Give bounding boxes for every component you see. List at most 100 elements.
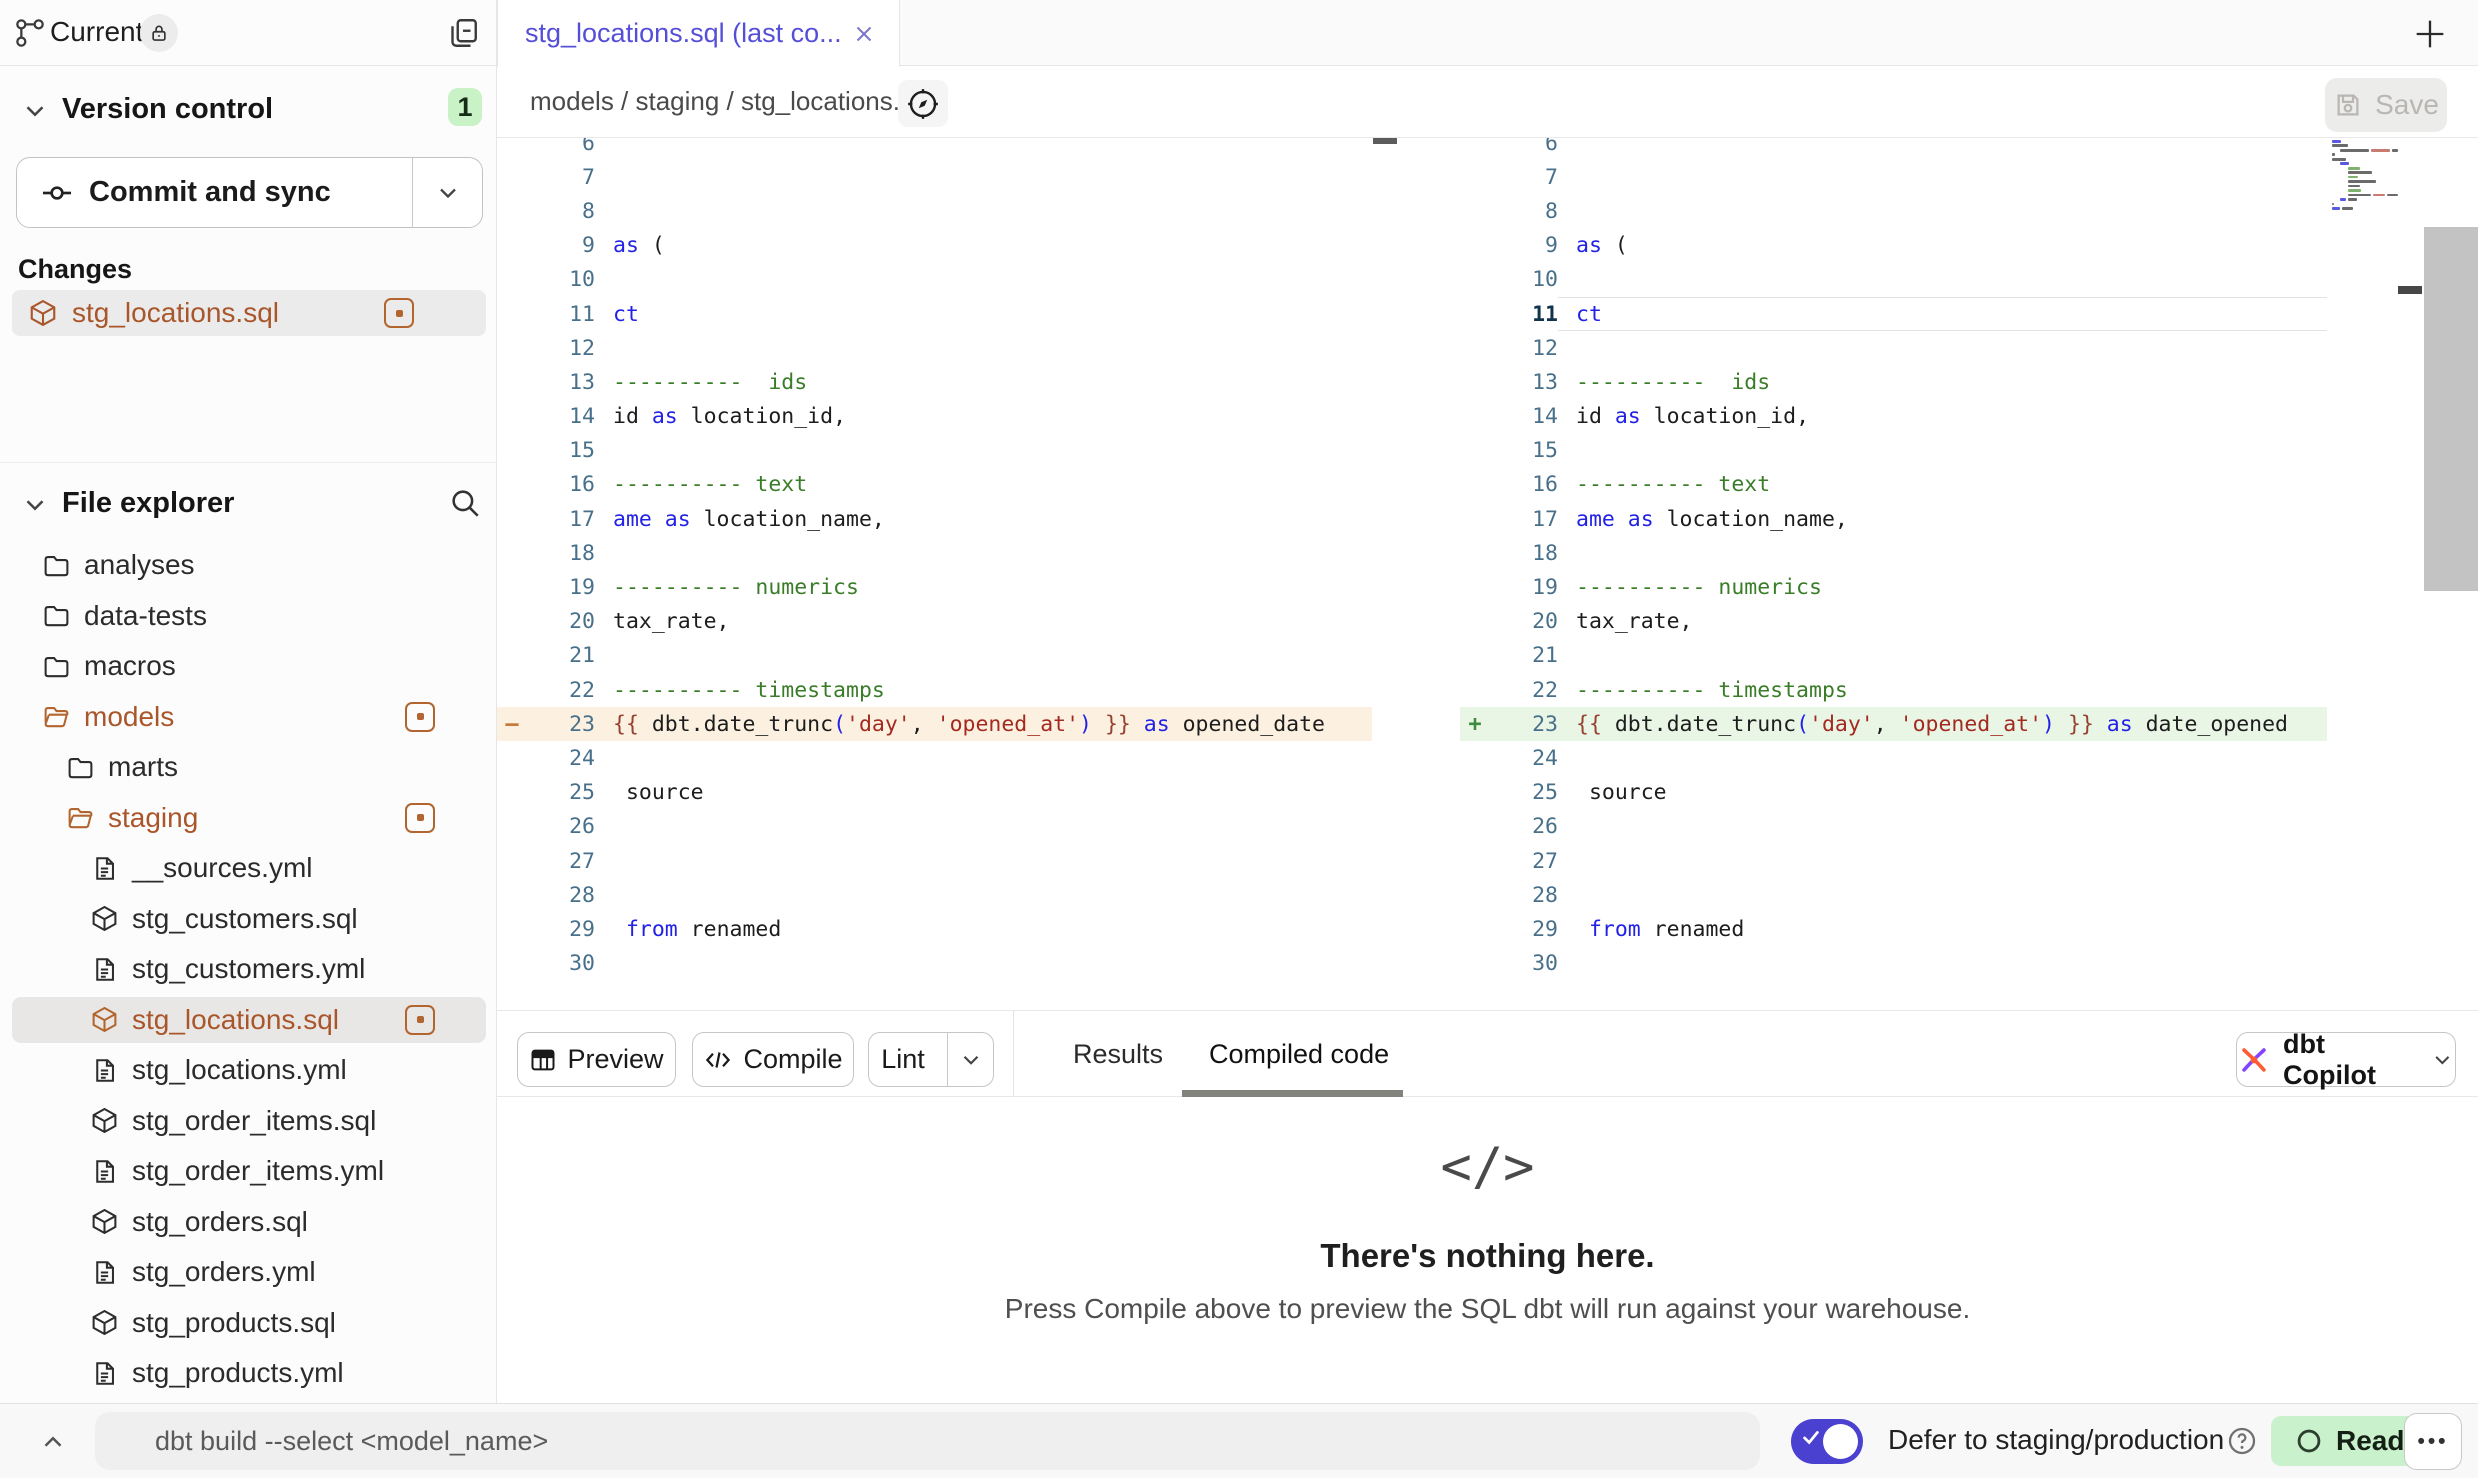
line-number: 30 bbox=[527, 951, 595, 976]
file-row-stg-order-items-yml[interactable]: stg_order_items.yml bbox=[0, 1146, 497, 1197]
lineage-icon[interactable] bbox=[898, 80, 948, 127]
file-row-marts[interactable]: marts bbox=[0, 742, 497, 793]
code-line-24: 24 bbox=[497, 741, 1372, 775]
help-icon[interactable] bbox=[2226, 1425, 2258, 1457]
status-bar: Defer to staging/production Ready ••• bbox=[0, 1403, 2478, 1478]
lint-options-caret[interactable] bbox=[947, 1033, 993, 1086]
lint-label[interactable]: Lint bbox=[869, 1033, 937, 1086]
duplicate-branch-icon[interactable] bbox=[445, 15, 481, 51]
command-input[interactable] bbox=[95, 1412, 1760, 1470]
file-row-staging[interactable]: staging bbox=[0, 793, 497, 844]
code-icon: </> bbox=[497, 1137, 2478, 1197]
file-row--sources-yml[interactable]: __sources.yml bbox=[0, 843, 497, 894]
code-text: ct bbox=[595, 302, 639, 327]
line-number: 9 bbox=[1490, 233, 1558, 258]
preview-button[interactable]: Preview bbox=[517, 1032, 676, 1087]
dbt-copilot-button[interactable]: dbt Copilot bbox=[2236, 1032, 2456, 1087]
file-search-icon[interactable] bbox=[448, 486, 482, 520]
file-label: stg_products.yml bbox=[132, 1357, 344, 1389]
tab-results[interactable]: Results bbox=[1073, 1011, 1163, 1097]
line-number: 19 bbox=[527, 575, 595, 600]
diff-marker: + bbox=[1460, 712, 1490, 737]
model-icon bbox=[28, 298, 58, 328]
diff-pane-modified[interactable]: 6789as (1011ct1213---------- ids14id as … bbox=[1460, 138, 2327, 1010]
model-icon bbox=[90, 1207, 119, 1236]
line-number: 27 bbox=[527, 849, 595, 874]
code-text: ---------- numerics bbox=[1558, 575, 1822, 600]
table-icon bbox=[529, 1046, 557, 1074]
minimap[interactable] bbox=[2330, 140, 2398, 218]
empty-state-subtitle: Press Compile above to preview the SQL d… bbox=[497, 1293, 2478, 1325]
file-row-stg-customers-yml[interactable]: stg_customers.yml bbox=[0, 944, 497, 995]
line-number: 15 bbox=[527, 438, 595, 463]
version-control-title[interactable]: Version control bbox=[62, 93, 273, 126]
tab-stg-locations[interactable]: stg_locations.sql (last co... bbox=[497, 0, 900, 67]
commit-options-caret[interactable] bbox=[412, 158, 482, 227]
code-line-19: 19---------- numerics bbox=[497, 570, 1372, 604]
line-number: 22 bbox=[527, 678, 595, 703]
file-row-stg-locations-yml[interactable]: stg_locations.yml bbox=[0, 1045, 497, 1096]
check-icon bbox=[1800, 1426, 1822, 1448]
code-text: ---------- numerics bbox=[595, 575, 859, 600]
file-row-analyses[interactable]: analyses bbox=[0, 540, 497, 591]
empty-state-title: There's nothing here. bbox=[497, 1237, 2478, 1275]
file-row-stg-products-yml[interactable]: stg_products.yml bbox=[0, 1348, 497, 1399]
file-row-stg-products-sql[interactable]: stg_products.sql bbox=[0, 1298, 497, 1349]
line-number: 12 bbox=[1490, 336, 1558, 361]
file-row-stg-orders-yml[interactable]: stg_orders.yml bbox=[0, 1247, 497, 1298]
lint-button[interactable]: Lint bbox=[868, 1032, 994, 1087]
file-explorer-title[interactable]: File explorer bbox=[62, 487, 234, 520]
commit-and-sync-button[interactable]: Commit and sync bbox=[16, 157, 483, 228]
folder-icon bbox=[42, 551, 71, 580]
file-label: marts bbox=[108, 751, 178, 783]
file-row-stg-customers-sql[interactable]: stg_customers.sql bbox=[0, 894, 497, 945]
close-tab-icon[interactable] bbox=[851, 21, 877, 47]
code-line-14: 14id as location_id, bbox=[1460, 400, 2327, 434]
left-scrollbar-thumb[interactable] bbox=[1373, 138, 1397, 144]
line-number: 8 bbox=[527, 199, 595, 224]
minimap-line bbox=[2330, 194, 2398, 197]
more-options-button[interactable]: ••• bbox=[2404, 1413, 2462, 1470]
code-text: ---------- text bbox=[1558, 472, 1770, 497]
minimap-line bbox=[2330, 185, 2398, 188]
file-row-macros[interactable]: macros bbox=[0, 641, 497, 692]
file-label: models bbox=[84, 701, 174, 733]
save-button[interactable]: Save bbox=[2325, 78, 2447, 132]
folder-icon bbox=[42, 601, 71, 630]
line-number: 16 bbox=[1490, 472, 1558, 497]
file-row-models[interactable]: models bbox=[0, 692, 497, 743]
expand-command-bar-icon[interactable] bbox=[30, 1426, 76, 1458]
file-row-data-tests[interactable]: data-tests bbox=[0, 591, 497, 642]
code-text: tax_rate, bbox=[1558, 609, 1693, 634]
diff-pane-original[interactable]: 6789as (1011ct1213---------- ids14id as … bbox=[497, 138, 1372, 1010]
line-number: 18 bbox=[527, 541, 595, 566]
compile-button[interactable]: Compile bbox=[692, 1032, 854, 1087]
line-number: 25 bbox=[1490, 780, 1558, 805]
changed-file-row[interactable]: stg_locations.sql bbox=[12, 290, 486, 336]
code-line-28: 28 bbox=[1460, 878, 2327, 912]
file-explorer-collapse-icon[interactable] bbox=[20, 490, 50, 520]
version-control-collapse-icon[interactable] bbox=[20, 96, 50, 126]
code-text: tax_rate, bbox=[595, 609, 730, 634]
line-number: 10 bbox=[1490, 267, 1558, 292]
file-row-stg-orders-sql[interactable]: stg_orders.sql bbox=[0, 1197, 497, 1248]
file-row-stg-locations-sql[interactable]: stg_locations.sql bbox=[0, 995, 497, 1046]
commit-button-label: Commit and sync bbox=[89, 176, 331, 209]
defer-toggle[interactable] bbox=[1791, 1419, 1863, 1464]
line-number: 7 bbox=[1490, 165, 1558, 190]
line-number: 17 bbox=[527, 507, 595, 532]
file-label: stg_locations.sql bbox=[132, 1004, 339, 1036]
new-tab-icon[interactable] bbox=[2410, 14, 2450, 54]
line-number: 26 bbox=[1490, 814, 1558, 839]
minimap-line bbox=[2330, 189, 2398, 192]
tab-compiled-code[interactable]: Compiled code bbox=[1209, 1011, 1389, 1097]
file-icon bbox=[90, 1258, 119, 1287]
code-line-29: 29 from renamed bbox=[1460, 912, 2327, 946]
code-line-28: 28 bbox=[497, 878, 1372, 912]
editor-scrollbar-thumb[interactable] bbox=[2424, 227, 2478, 591]
file-row-stg-order-items-sql[interactable]: stg_order_items.sql bbox=[0, 1096, 497, 1147]
code-text: source bbox=[595, 780, 704, 805]
tab-title: stg_locations.sql (last co... bbox=[525, 18, 851, 49]
code-line-20: 20tax_rate, bbox=[497, 605, 1372, 639]
branch-bar: Current bbox=[0, 0, 497, 66]
